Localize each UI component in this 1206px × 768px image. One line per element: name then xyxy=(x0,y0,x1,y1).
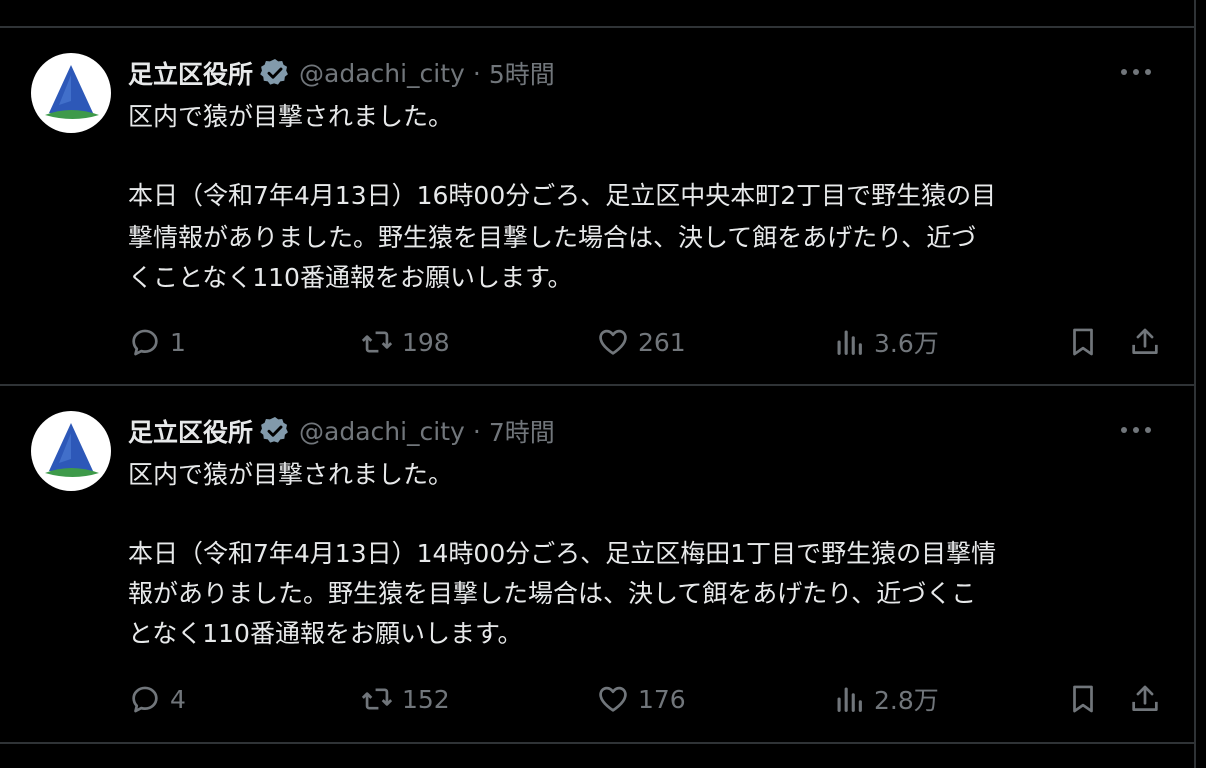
tweet-actions: 4 152 176 2.8万 xyxy=(128,679,1168,719)
tweet-card[interactable]: 足立区役所 @adachi_city · 7時間 区内で猿が目撃されました。 本… xyxy=(0,386,1194,742)
retweet-icon xyxy=(361,688,393,710)
author-handle[interactable]: @adachi_city xyxy=(299,417,465,446)
like-count: 176 xyxy=(638,684,686,714)
bookmark-icon xyxy=(1073,685,1093,713)
tweet-text-line: 撃情報がありました。野生猿を目撃した場合は、決して餌をあげたり、近づ xyxy=(128,223,977,252)
tweet-text-line: 本日（令和7年4月13日）14時00分ごろ、足立区梅田1丁目で野生猿の目撃情 xyxy=(128,539,997,568)
more-options-icon[interactable] xyxy=(1116,420,1156,440)
retweet-count: 198 xyxy=(402,327,450,357)
author-name[interactable]: 足立区役所 xyxy=(128,55,253,91)
tweet-text-line: くことなく110番通報をお願いします。 xyxy=(128,263,573,292)
author-handle[interactable]: @adachi_city xyxy=(299,59,465,88)
reply-count: 1 xyxy=(170,327,186,357)
author-name[interactable]: 足立区役所 xyxy=(128,413,253,449)
like-button[interactable]: 176 xyxy=(596,679,686,719)
analytics-icon xyxy=(837,687,862,712)
like-button[interactable]: 261 xyxy=(596,322,686,362)
tweet-text-line: 本日（令和7年4月13日）16時00分ごろ、足立区中央本町2丁目で野生猿の目 xyxy=(128,181,997,210)
share-icon xyxy=(1132,328,1158,354)
tweet-actions: 1 198 261 3.6万 xyxy=(128,322,1168,362)
tweet-text-line: 区内で猿が目撃されました。 xyxy=(128,102,454,131)
timeline-feed: 足立区役所 @adachi_city · 5時間 区内で猿が目撃されました。 本… xyxy=(0,0,1196,768)
views-button[interactable]: 3.6万 xyxy=(832,322,939,362)
header-separator: · xyxy=(472,58,481,88)
reply-count: 4 xyxy=(170,684,186,714)
share-button[interactable] xyxy=(1128,322,1170,362)
retweet-button[interactable]: 198 xyxy=(360,322,450,362)
tweet-text-line: 報がありました。野生猿を目撃した場合は、決して餌をあげたり、近づくこ xyxy=(128,579,977,608)
avatar[interactable] xyxy=(31,411,111,491)
reply-button[interactable]: 1 xyxy=(128,322,186,362)
share-button[interactable] xyxy=(1128,679,1170,719)
tweet-text-line: 区内で猿が目撃されました。 xyxy=(128,460,454,489)
adachi-logo-icon xyxy=(45,423,99,477)
tweet-timestamp[interactable]: 7時間 xyxy=(489,413,555,449)
share-icon xyxy=(1132,685,1158,711)
reply-icon xyxy=(132,329,158,356)
retweet-icon xyxy=(361,331,393,353)
reply-icon xyxy=(132,686,158,713)
bookmark-button[interactable] xyxy=(1066,322,1108,362)
views-button[interactable]: 2.8万 xyxy=(832,679,939,719)
heart-icon xyxy=(599,686,627,712)
retweet-button[interactable]: 152 xyxy=(360,679,450,719)
heart-icon xyxy=(599,329,627,355)
bookmark-button[interactable] xyxy=(1066,679,1108,719)
like-count: 261 xyxy=(638,327,686,357)
retweet-count: 152 xyxy=(402,684,450,714)
more-options-icon[interactable] xyxy=(1116,62,1156,82)
reply-button[interactable]: 4 xyxy=(128,679,186,719)
verified-badge-icon[interactable] xyxy=(259,415,291,447)
tweet-header: 足立区役所 @adachi_city · 7時間 xyxy=(128,411,555,451)
tweet-card[interactable]: 足立区役所 @adachi_city · 5時間 区内で猿が目撃されました。 本… xyxy=(0,28,1194,384)
view-count: 3.6万 xyxy=(874,329,939,358)
verified-badge-icon[interactable] xyxy=(259,57,291,89)
tweet-timestamp[interactable]: 5時間 xyxy=(489,55,555,91)
tweet-text-line: となく110番通報をお願いします。 xyxy=(128,619,523,648)
adachi-logo-icon xyxy=(45,65,99,119)
header-separator: · xyxy=(472,416,481,446)
analytics-icon xyxy=(837,330,862,355)
view-count: 2.8万 xyxy=(874,686,939,715)
tweet-divider xyxy=(0,742,1196,744)
tweet-header: 足立区役所 @adachi_city · 5時間 xyxy=(128,53,555,93)
bookmark-icon xyxy=(1073,328,1093,356)
avatar[interactable] xyxy=(31,53,111,133)
